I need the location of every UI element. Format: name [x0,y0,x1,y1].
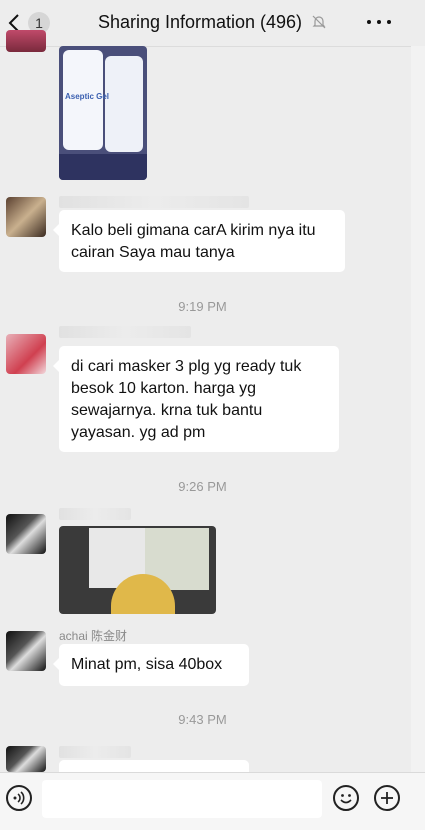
image-message-gel[interactable]: Aseptic Gel [59,46,147,180]
add-button[interactable] [374,785,400,811]
timestamp: 9:19 PM [178,299,227,314]
plus-icon [381,792,393,804]
avatar[interactable] [6,631,46,671]
bottle-image [105,56,143,152]
message-input[interactable] [42,780,322,818]
chat-header: 1 Sharing Information (496) [0,0,425,47]
avatar[interactable] [6,30,46,52]
gel-label: Aseptic Gel [65,92,110,101]
emoji-icon [340,794,352,804]
sender-name-blurred [59,196,249,208]
emoji-button[interactable] [333,785,359,811]
avatar[interactable] [6,514,46,554]
timestamp: 9:26 PM [178,479,227,494]
dot-icon [367,20,371,24]
message-text: di cari masker 3 plg yg ready tuk besok … [71,358,302,441]
message-bubble[interactable]: Minat pm, sisa 40box [53,644,249,686]
more-options-button[interactable] [367,12,391,32]
image-message-masks[interactable] [59,526,216,614]
chat-title: Sharing Information (496) [97,12,303,32]
message-bubble[interactable]: di cari masker 3 plg yg ready tuk besok … [53,346,339,452]
avatar[interactable] [6,334,46,374]
message-text: Minat pm, sisa 40box [71,656,223,673]
message-bubble[interactable]: Kalo beli gimana carA kirim nya itu cair… [53,210,345,272]
dot-icon [377,20,381,24]
sender-name-blurred [59,746,131,758]
image-shadow [59,154,147,180]
avatar[interactable] [6,746,46,772]
sender-name-blurred [59,326,191,338]
voice-icon [13,791,25,805]
timestamp: 9:43 PM [178,712,227,727]
message-text: Kalo beli gimana carA kirim nya itu cair… [71,222,316,261]
message-bubble-partial[interactable] [53,760,249,786]
voice-button[interactable] [6,785,32,811]
sender-name: achai 陈金财 [59,629,128,643]
mute-bell-icon [312,15,326,29]
sender-name-blurred [59,508,131,520]
input-toolbar [0,772,425,830]
chat-title-wrap: Sharing Information (496) [0,12,425,33]
scrollbar[interactable] [411,46,425,772]
dot-icon [387,20,391,24]
avatar[interactable] [6,197,46,237]
